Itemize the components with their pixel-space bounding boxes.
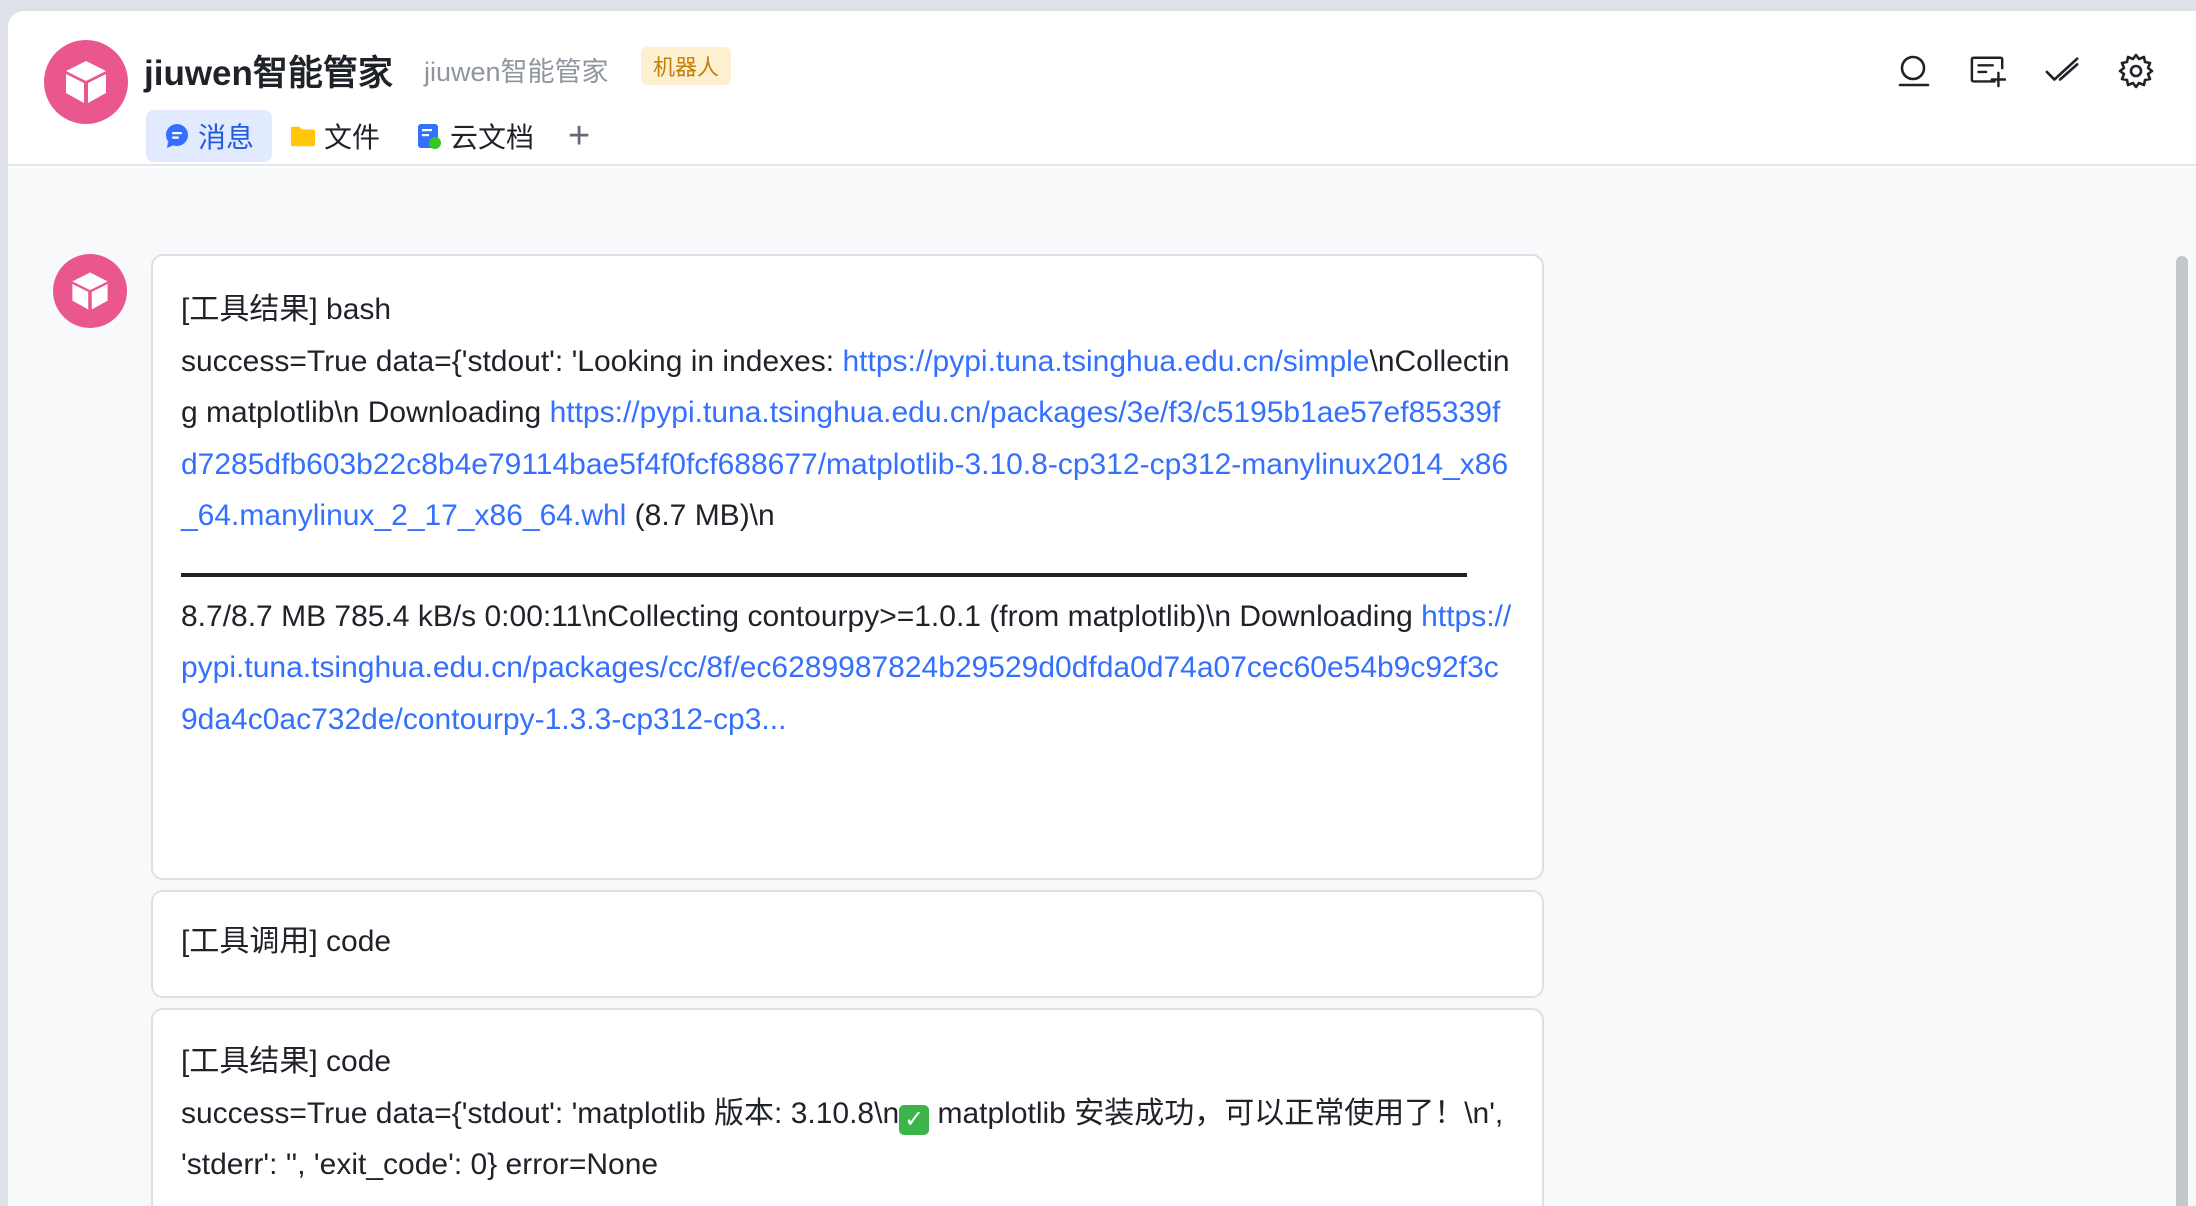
bot-avatar-message[interactable]	[53, 254, 127, 328]
tab-label: 云文档	[450, 122, 535, 153]
add-card-icon[interactable]	[1970, 53, 2006, 89]
message-line: (8.7 MB)\n	[626, 499, 775, 532]
message-heading: [工具结果] code	[181, 1045, 392, 1078]
tab-cloud-docs[interactable]: 云文档	[398, 110, 552, 162]
header-actions	[1896, 53, 2154, 89]
add-tab-button[interactable]: +	[552, 110, 606, 162]
message-link[interactable]: https://pypi.tuna.tsinghua.edu.cn/simple	[843, 345, 1370, 378]
bot-avatar[interactable]	[44, 40, 128, 124]
gear-icon[interactable]	[2118, 53, 2154, 89]
message-heading: [工具调用] code	[181, 925, 392, 958]
tab-files[interactable]: 文件	[272, 110, 398, 162]
check-mark-emoji-icon: ✓	[899, 1104, 930, 1135]
message-text: 8.7/8.7 MB 785.4 kB/s 0:00:11\nCollectin…	[181, 591, 1514, 746]
message-list[interactable]: [工具结果] bash success=True data={'stdout':…	[8, 168, 2196, 1206]
folder-icon	[290, 123, 316, 149]
message-bubble: [工具结果] code success=True data={'stdout':…	[151, 1008, 1544, 1206]
progress-bar-divider	[181, 572, 1467, 577]
message-bubble: [工具调用] code	[151, 890, 1544, 998]
cube-icon	[66, 61, 106, 103]
scrollbar-thumb[interactable]	[2176, 256, 2188, 1206]
chat-bubble-icon	[164, 123, 190, 149]
message-heading: [工具结果] bash	[181, 293, 392, 326]
app-window: jiuwen智能管家 jiuwen智能管家 机器人 消息 文件 云文档 + [工…	[8, 11, 2196, 1206]
message-line: success=True data={'stdout': 'matplotlib…	[181, 1096, 900, 1130]
message-bubble: [工具结果] bash success=True data={'stdout':…	[151, 254, 1544, 880]
message-text: success=True data={'stdout': 'Looking in…	[181, 336, 1514, 542]
chat-subtitle: jiuwen智能管家	[424, 57, 609, 87]
tab-messages[interactable]: 消息	[146, 110, 273, 162]
cloud-doc-icon	[416, 123, 442, 149]
message-text: success=True data={'stdout': 'matplotlib…	[181, 1088, 1514, 1191]
chat-title: jiuwen智能管家	[144, 54, 393, 93]
bot-badge: 机器人	[641, 47, 732, 85]
message-line: success=True data={'stdout': 'Looking in…	[181, 344, 835, 378]
search-icon[interactable]	[1896, 53, 1932, 89]
message-line: 8.7/8.7 MB 785.4 kB/s 0:00:11\nCollectin…	[181, 599, 1413, 633]
chat-header: jiuwen智能管家 jiuwen智能管家 机器人 消息 文件 云文档 +	[8, 11, 2196, 166]
tab-label: 文件	[324, 122, 381, 153]
check-mark-icon[interactable]	[2044, 53, 2080, 89]
chat-tabs: 消息 文件 云文档 +	[146, 110, 606, 162]
cube-icon	[72, 272, 108, 310]
tab-label: 消息	[198, 122, 255, 153]
